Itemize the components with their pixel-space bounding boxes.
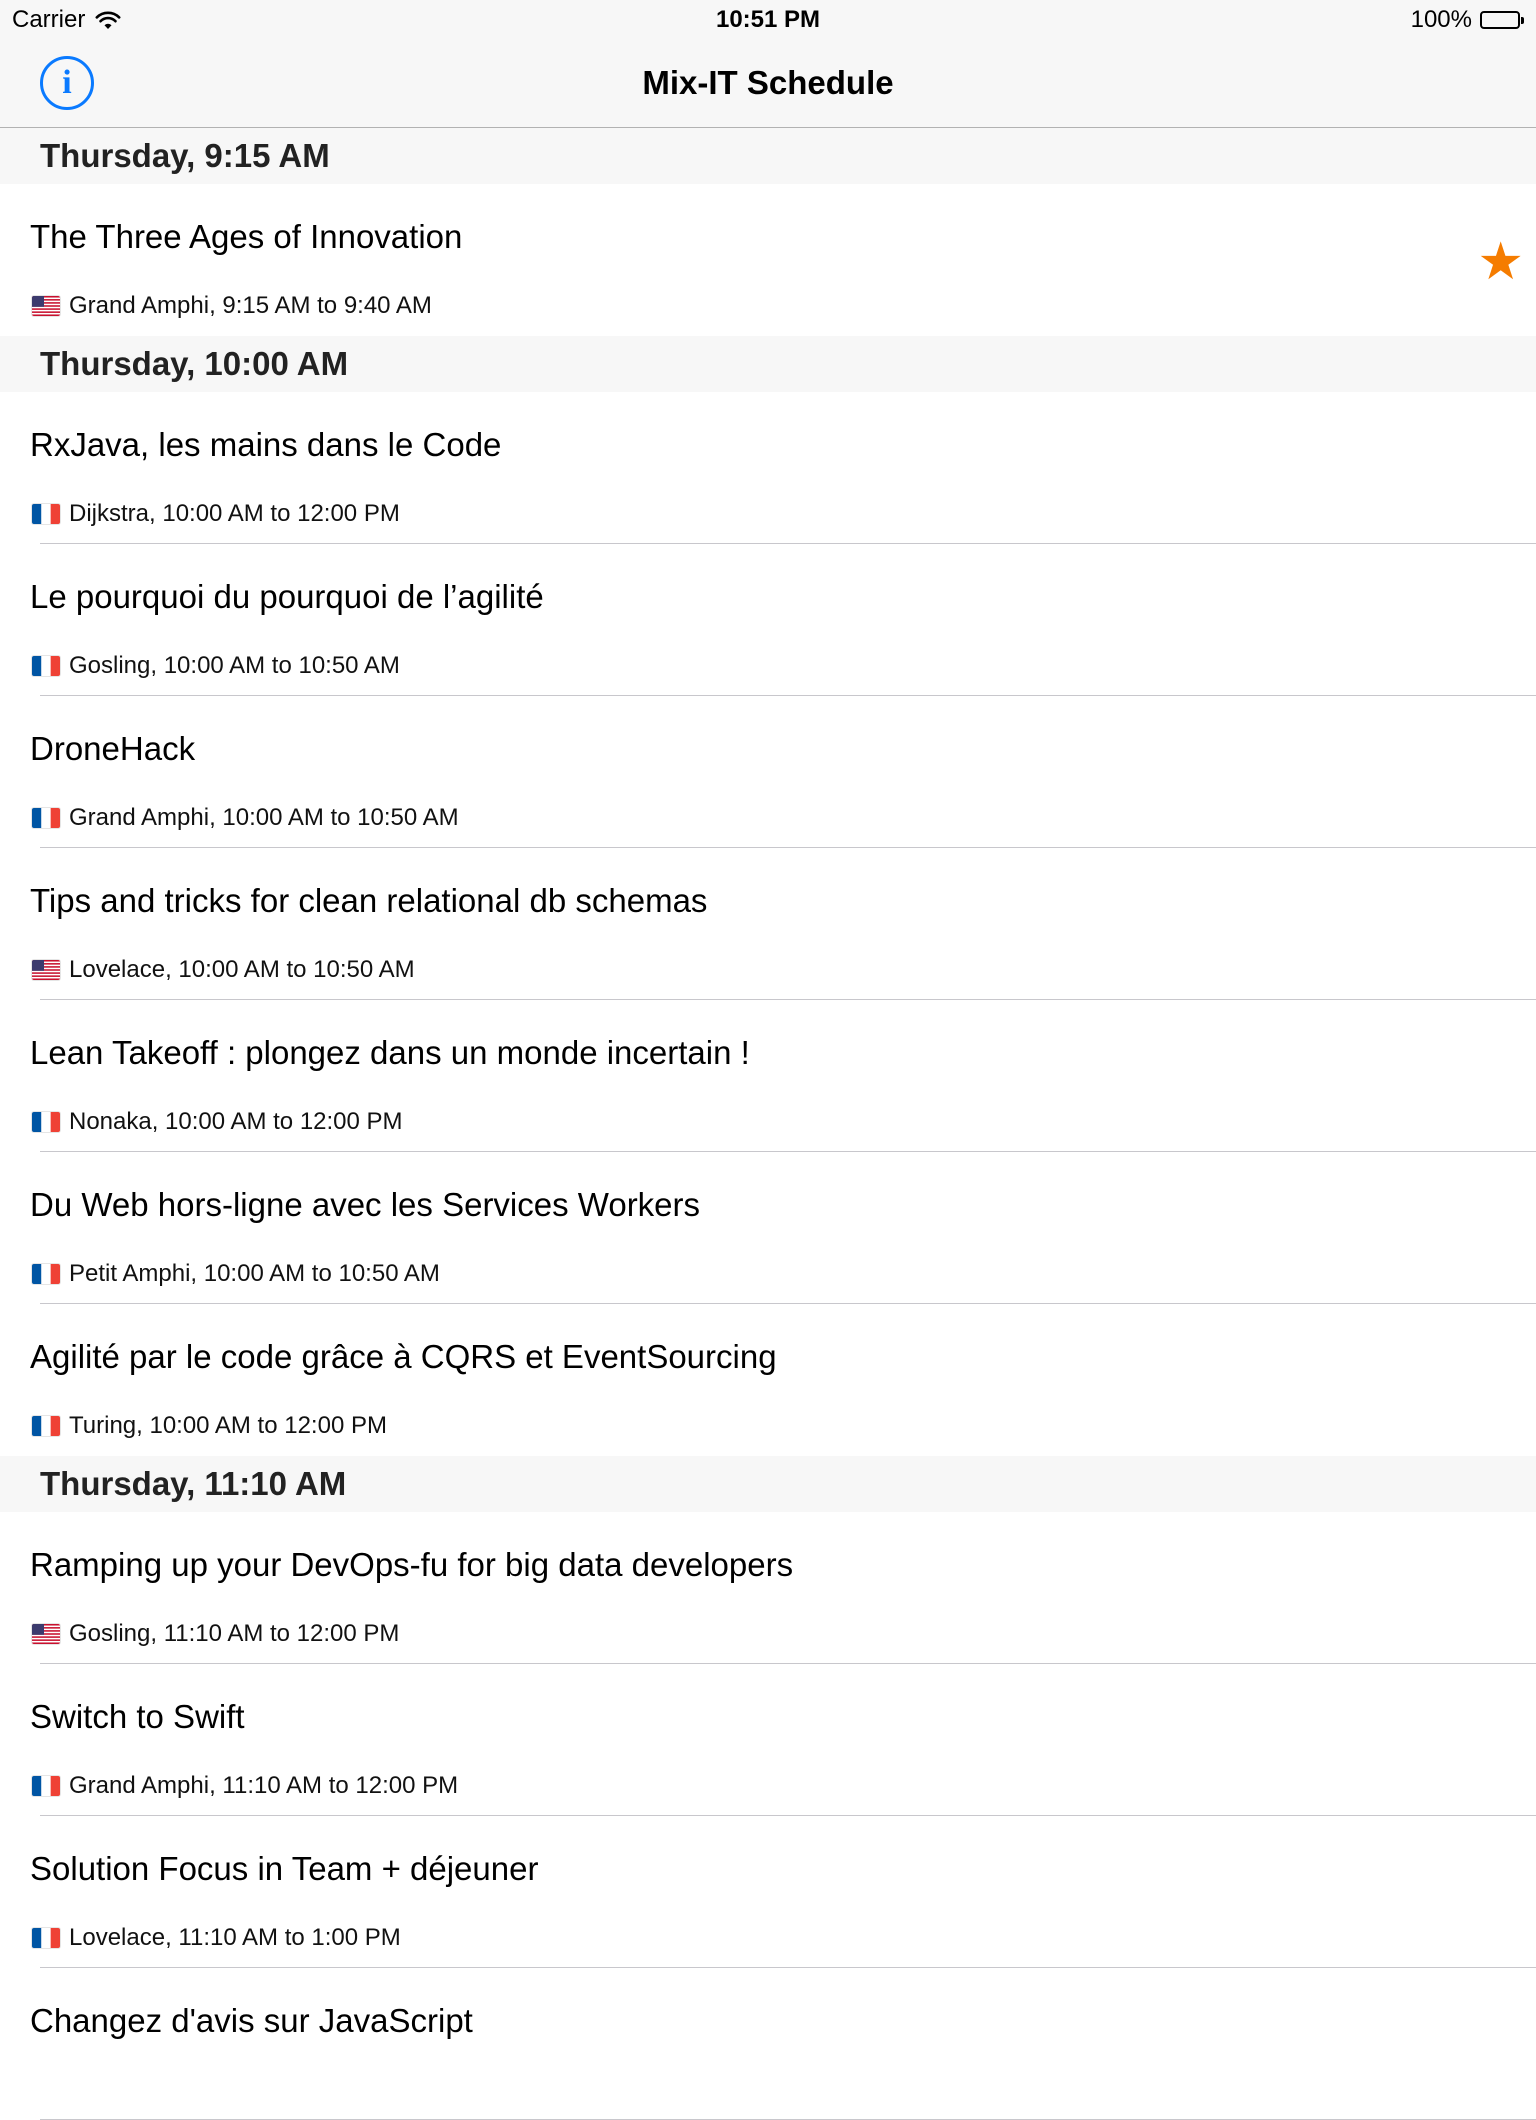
- fr-flag-icon: [32, 656, 60, 676]
- page-title: Mix-IT Schedule: [642, 64, 894, 101]
- section-header: Thursday, 9:15 AM: [0, 128, 1536, 184]
- session-meta: Turing, 10:00 AM to 12:00 PM: [32, 1412, 387, 1440]
- session-location-time: Lovelace, 11:10 AM to 1:00 PM: [69, 1924, 401, 1951]
- status-bar: Carrier 10:51 PM 100%: [0, 0, 1536, 40]
- fr-flag-icon: [32, 1416, 60, 1436]
- session-row[interactable]: Tips and tricks for clean relational db …: [0, 848, 1536, 1000]
- fr-flag-icon: [32, 1112, 60, 1132]
- session-title: Solution Focus in Team + déjeuner: [30, 1850, 539, 1887]
- session-row[interactable]: The Three Ages of Innovation Grand Amphi,…: [0, 184, 1536, 336]
- session-row[interactable]: Switch to Swift Grand Amphi, 11:10 AM to …: [0, 1664, 1536, 1816]
- us-flag-icon: [32, 1624, 60, 1644]
- session-row[interactable]: Du Web hors-ligne avec les Services Work…: [0, 1152, 1536, 1304]
- session-row[interactable]: Solution Focus in Team + déjeuner Lovelac…: [0, 1816, 1536, 1968]
- us-flag-icon: [32, 960, 60, 980]
- session-title: Lean Takeoff : plongez dans un monde inc…: [30, 1034, 750, 1071]
- session-location-time: Grand Amphi, 9:15 AM to 9:40 AM: [69, 292, 432, 319]
- session-meta: Petit Amphi, 10:00 AM to 10:50 AM: [32, 1260, 440, 1288]
- session-title: Tips and tricks for clean relational db …: [30, 882, 708, 919]
- session-location-time: Lovelace, 10:00 AM to 10:50 AM: [69, 956, 415, 983]
- session-title: Le pourquoi du pourquoi de l’agilité: [30, 578, 544, 615]
- session-title: Changez d'avis sur JavaScript: [30, 2002, 473, 2039]
- us-flag-icon: [32, 296, 60, 316]
- fr-flag-icon: [32, 1928, 60, 1948]
- session-location-time: Turing, 10:00 AM to 12:00 PM: [69, 1412, 387, 1439]
- session-location-time: Gosling, 10:00 AM to 10:50 AM: [69, 652, 400, 679]
- session-meta: Dijkstra, 10:00 AM to 12:00 PM: [32, 500, 400, 528]
- session-title: Ramping up your DevOps-fu for big data d…: [30, 1546, 794, 1583]
- session-location-time: Gosling, 11:10 AM to 12:00 PM: [69, 1620, 400, 1647]
- favorite-star-icon[interactable]: ★: [1477, 236, 1524, 288]
- session-row[interactable]: RxJava, les mains dans le Code Dijkstra, …: [0, 392, 1536, 544]
- session-location-time: Grand Amphi, 11:10 AM to 12:00 PM: [69, 1772, 459, 1799]
- session-meta: Gosling, 10:00 AM to 10:50 AM: [32, 652, 400, 680]
- session-row[interactable]: Lean Takeoff : plongez dans un monde inc…: [0, 1000, 1536, 1152]
- fr-flag-icon: [32, 1776, 60, 1796]
- session-location-time: Dijkstra, 10:00 AM to 12:00 PM: [69, 500, 400, 527]
- session-meta: Grand Amphi, 11:10 AM to 12:00 PM: [32, 1772, 458, 1800]
- session-title: Du Web hors-ligne avec les Services Work…: [30, 1186, 701, 1223]
- fr-flag-icon: [32, 504, 60, 524]
- session-meta: Gosling, 11:10 AM to 12:00 PM: [32, 1620, 399, 1648]
- fr-flag-icon: [32, 808, 60, 828]
- session-title: RxJava, les mains dans le Code: [30, 426, 502, 463]
- schedule-list[interactable]: Thursday, 9:15 AM The Three Ages of Innov…: [0, 128, 1536, 2120]
- battery-percentage: 100%: [1410, 6, 1472, 33]
- session-row[interactable]: Le pourquoi du pourquoi de l’agilité Gosl…: [0, 544, 1536, 696]
- session-title: Agilité par le code grâce à CQRS et Even…: [30, 1338, 777, 1375]
- session-row[interactable]: DroneHack Grand Amphi, 10:00 AM to 10:50 …: [0, 696, 1536, 848]
- status-time: 10:51 PM: [715, 6, 821, 33]
- session-location-time: Petit Amphi, 10:00 AM to 10:50 AM: [69, 1260, 440, 1287]
- battery-icon: [1480, 11, 1524, 29]
- session-title: DroneHack: [30, 730, 196, 767]
- session-meta: Lovelace, 11:10 AM to 1:00 PM: [32, 1924, 401, 1952]
- session-location-time: Grand Amphi, 10:00 AM to 10:50 AM: [69, 804, 459, 831]
- session-meta: Nonaka, 10:00 AM to 12:00 PM: [32, 1108, 403, 1136]
- session-row[interactable]: Ramping up your DevOps-fu for big data d…: [0, 1512, 1536, 1664]
- session-row[interactable]: Changez d'avis sur JavaScript: [0, 1968, 1536, 2120]
- session-meta: Grand Amphi, 9:15 AM to 9:40 AM: [32, 292, 432, 320]
- session-meta: Lovelace, 10:00 AM to 10:50 AM: [32, 956, 415, 984]
- session-location-time: Nonaka, 10:00 AM to 12:00 PM: [69, 1108, 403, 1135]
- fr-flag-icon: [32, 1264, 60, 1284]
- session-title: The Three Ages of Innovation: [30, 218, 463, 255]
- session-meta: Grand Amphi, 10:00 AM to 10:50 AM: [32, 804, 459, 832]
- session-title: Switch to Swift: [30, 1698, 245, 1735]
- battery-status: 100%: [1410, 6, 1524, 34]
- section-header: Thursday, 10:00 AM: [0, 336, 1536, 392]
- session-row[interactable]: Agilité par le code grâce à CQRS et Even…: [0, 1304, 1536, 1456]
- navigation-bar: i Mix-IT Schedule: [0, 40, 1536, 128]
- section-header: Thursday, 11:10 AM: [0, 1456, 1536, 1512]
